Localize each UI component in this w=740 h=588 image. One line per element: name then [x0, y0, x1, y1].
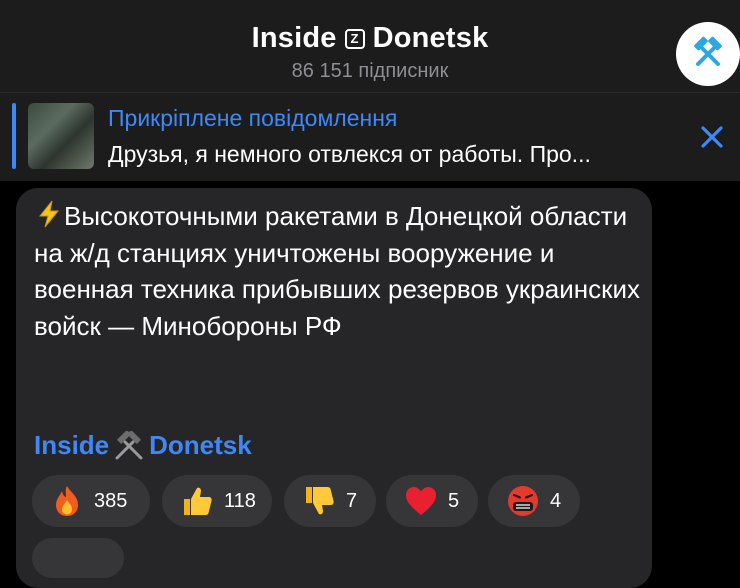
message-signature[interactable]: Inside Donetsk: [34, 430, 252, 461]
signature-left: Inside: [34, 430, 110, 460]
reaction-heart[interactable]: 5: [386, 475, 478, 527]
channel-title[interactable]: Inside Z Donetsk: [252, 22, 489, 55]
channel-title-wrap: Inside Z Donetsk: [0, 22, 740, 55]
reaction-thumbs-up[interactable]: 118: [162, 475, 272, 527]
pinned-message-bar[interactable]: Прикріплене повідомлення Друзья, я немно…: [0, 92, 740, 181]
message-text: Высокоточными ракетами в Донецкой област…: [34, 201, 640, 341]
reaction-count: 5: [448, 489, 460, 512]
message-body: Высокоточными ракетами в Донецкой област…: [34, 198, 644, 344]
crossed-hammers-icon: [115, 430, 143, 459]
thumbs-up-icon: [180, 484, 214, 518]
subscriber-count: 86 151 підписник: [291, 60, 449, 82]
crossed-hammers-icon: [694, 36, 722, 66]
reaction-count: 385: [94, 489, 128, 512]
reaction-fire[interactable]: 385: [32, 475, 150, 527]
reaction-partial[interactable]: [32, 538, 124, 578]
close-icon[interactable]: [698, 123, 726, 151]
pinned-title: Прикріплене повідомлення: [108, 105, 398, 131]
channel-header: Inside Z Donetsk 86 151 підписник: [0, 0, 740, 92]
reaction-count: 118: [224, 489, 256, 512]
pinned-thumbnail: [28, 103, 94, 169]
fire-icon: [50, 484, 84, 518]
angry-face-icon: [506, 484, 540, 518]
reaction-count: 4: [550, 489, 562, 512]
channel-title-left: Inside: [251, 22, 337, 54]
reaction-thumbs-down[interactable]: 7: [284, 475, 376, 527]
thumbs-down-icon: [302, 484, 336, 518]
reaction-angry[interactable]: 4: [488, 475, 580, 527]
channel-avatar[interactable]: [676, 22, 740, 86]
z-badge-icon: Z: [344, 28, 365, 49]
heart-icon: [404, 484, 438, 518]
lightning-icon: [38, 200, 60, 228]
pinned-indicator: [12, 103, 16, 169]
signature-right: Donetsk: [149, 430, 252, 460]
reaction-count: 7: [346, 489, 358, 512]
channel-title-right: Donetsk: [372, 22, 489, 54]
pinned-text: Друзья, я немного отвлекся от работы. Пр…: [108, 141, 591, 167]
